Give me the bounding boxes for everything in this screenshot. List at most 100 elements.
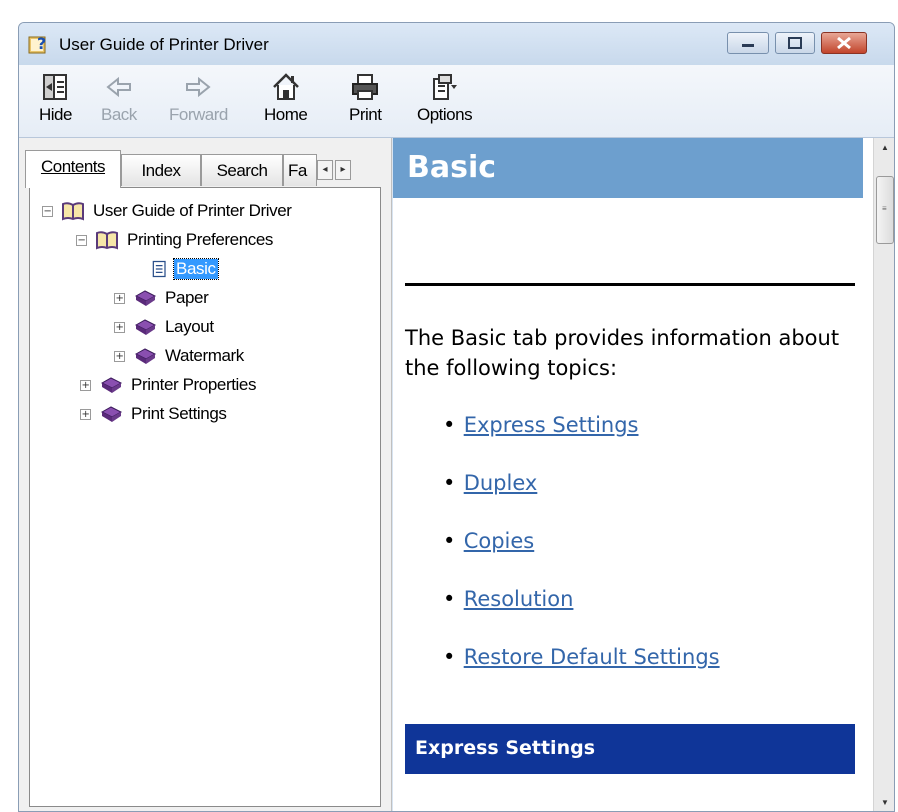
list-item: • Resolution <box>443 587 573 611</box>
tree-item-print-settings[interactable]: + Print Settings <box>80 401 227 427</box>
tree-item-printing-preferences[interactable]: − Printing Preferences <box>76 227 273 253</box>
divider <box>405 283 855 286</box>
link-duplex[interactable]: Duplex <box>464 471 538 495</box>
bullet: • <box>443 529 456 553</box>
home-button[interactable]: Home <box>264 71 308 125</box>
forward-label: Forward <box>169 105 228 124</box>
tree-item-printer-properties[interactable]: + Printer Properties <box>80 372 256 398</box>
window-title: User Guide of Printer Driver <box>59 35 269 54</box>
contents-tree: − User Guide of Printer Driver − Printin… <box>29 187 381 807</box>
print-label: Print <box>349 105 382 124</box>
grip-icon: ≡ <box>882 204 887 213</box>
tree-label-selected: Basic <box>173 258 219 280</box>
tab-favorites[interactable]: Fa <box>283 154 317 186</box>
tree-label: User Guide of Printer Driver <box>93 201 292 220</box>
open-book-icon <box>62 202 84 221</box>
back-label: Back <box>101 105 137 124</box>
forward-button[interactable]: Forward <box>169 71 228 125</box>
tab-search-label: Search <box>216 161 268 180</box>
topic-title: Basic <box>407 150 497 185</box>
topic-content: Basic The Basic tab provides information… <box>393 138 873 811</box>
tab-contents[interactable]: Contents <box>25 150 121 188</box>
list-item: • Duplex <box>443 471 537 495</box>
maximize-button[interactable] <box>775 32 815 54</box>
tree-label: Watermark <box>165 346 244 365</box>
closed-book-icon <box>100 377 123 393</box>
expand-icon[interactable]: + <box>114 350 125 362</box>
scroll-thumb[interactable]: ≡ <box>876 176 894 244</box>
tab-scroll-right-button[interactable]: ▸ <box>335 160 351 180</box>
tree-label: Paper <box>165 288 209 307</box>
tab-index[interactable]: Index <box>121 154 201 186</box>
closed-book-icon <box>100 406 123 422</box>
chevron-left-icon: ◂ <box>322 164 328 175</box>
tab-scroll-left-button[interactable]: ◂ <box>317 160 333 180</box>
expand-icon[interactable]: + <box>114 321 125 333</box>
content-scrollbar[interactable]: ▲ ≡ ▼ <box>873 138 894 811</box>
printer-icon <box>352 74 379 100</box>
chevron-up-icon: ▲ <box>881 143 889 152</box>
options-button[interactable]: Options <box>417 71 473 125</box>
forward-arrow-icon <box>186 76 212 98</box>
bullet: • <box>443 413 456 437</box>
topic-header-bar: Basic <box>393 138 863 198</box>
tab-index-label: Index <box>141 161 181 180</box>
expand-icon[interactable]: + <box>80 379 91 391</box>
closed-book-icon <box>134 319 157 335</box>
back-arrow-icon <box>106 76 131 98</box>
link-restore-default-settings[interactable]: Restore Default Settings <box>464 645 720 669</box>
minimize-button[interactable] <box>727 32 769 54</box>
print-button[interactable]: Print <box>349 71 382 125</box>
hide-label: Hide <box>39 105 72 124</box>
tree-item-watermark[interactable]: + Watermark <box>114 343 244 369</box>
tree-label: Printer Properties <box>131 375 257 394</box>
bullet: • <box>443 471 456 495</box>
hide-button[interactable]: Hide <box>39 71 72 125</box>
tree-item-basic[interactable]: Basic <box>150 256 219 282</box>
closed-book-icon <box>134 348 157 364</box>
section-header-bar: Express Settings <box>405 724 855 774</box>
bullet: • <box>443 587 456 611</box>
list-item: • Copies <box>443 529 534 553</box>
closed-book-icon <box>134 290 157 306</box>
scroll-down-button[interactable]: ▼ <box>874 793 894 811</box>
list-item: • Express Settings <box>443 413 639 437</box>
link-resolution[interactable]: Resolution <box>464 587 574 611</box>
page-icon <box>152 260 166 278</box>
tree-label: Print Settings <box>131 404 227 423</box>
chevron-down-icon: ▼ <box>881 798 889 807</box>
hide-icon <box>43 74 68 100</box>
tree-item-user-guide[interactable]: − User Guide of Printer Driver <box>42 198 292 224</box>
navigation-pane: Contents Index Search Fa ◂ ▸ − User Guid… <box>19 138 392 811</box>
tab-search[interactable]: Search <box>201 154 283 186</box>
minimize-icon <box>742 44 754 47</box>
toolbar: Hide Back Forward Home Print Options <box>19 65 894 138</box>
tree-item-layout[interactable]: + Layout <box>114 314 214 340</box>
svg-text:?: ? <box>37 34 46 53</box>
options-label: Options <box>417 105 473 124</box>
help-window: ? User Guide of Printer Driver Hide Back… <box>18 22 895 812</box>
topic-intro: The Basic tab provides information about… <box>405 326 840 380</box>
list-item: • Restore Default Settings <box>443 645 720 669</box>
close-button[interactable] <box>821 32 867 54</box>
options-icon <box>432 74 457 100</box>
back-button[interactable]: Back <box>101 71 137 125</box>
link-express-settings[interactable]: Express Settings <box>464 413 639 437</box>
home-icon <box>272 73 299 100</box>
link-copies[interactable]: Copies <box>464 529 535 553</box>
title-bar[interactable]: ? User Guide of Printer Driver <box>19 23 894 65</box>
tree-label: Printing Preferences <box>127 230 274 249</box>
collapse-icon[interactable]: − <box>42 205 53 217</box>
help-book-icon: ? <box>28 34 46 54</box>
collapse-icon[interactable]: − <box>76 234 87 246</box>
maximize-icon <box>788 37 802 49</box>
expand-icon[interactable]: + <box>80 408 91 420</box>
scroll-up-button[interactable]: ▲ <box>874 138 894 158</box>
expand-icon[interactable]: + <box>114 292 125 304</box>
open-book-icon <box>96 231 118 250</box>
tab-favorites-label: Fa <box>288 161 307 180</box>
close-icon <box>837 36 851 50</box>
tree-item-paper[interactable]: + Paper <box>114 285 209 311</box>
section-title: Express Settings <box>415 737 596 759</box>
bullet: • <box>443 645 456 669</box>
